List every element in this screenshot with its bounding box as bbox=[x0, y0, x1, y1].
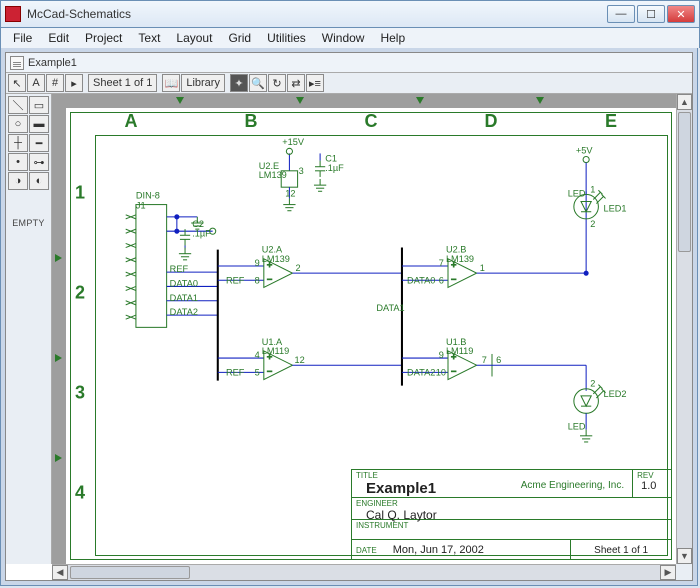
sheet-indicator[interactable]: Sheet 1 of 1 bbox=[88, 74, 157, 92]
menu-grid[interactable]: Grid bbox=[220, 29, 259, 47]
app-icon bbox=[5, 6, 21, 22]
tool-pointer-icon[interactable]: ↖ bbox=[8, 74, 26, 92]
client-area: Example1 ↖ A # ▸ Sheet 1 of 1 📖 Library … bbox=[0, 48, 698, 586]
schematic-canvas[interactable]: A B C D E 1 2 3 4 + bbox=[52, 94, 676, 564]
sheet-row-4: 4 bbox=[75, 483, 85, 504]
tb-rev-label: REV bbox=[637, 471, 667, 480]
sheet-row-3: 3 bbox=[75, 383, 85, 404]
tool-input-icon[interactable]: ◑ bbox=[8, 172, 28, 190]
maximize-button[interactable]: ☐ bbox=[637, 5, 665, 23]
menu-text[interactable]: Text bbox=[130, 29, 168, 47]
document-tabbar: Example1 bbox=[6, 53, 692, 73]
scroll-down-icon[interactable]: ▼ bbox=[677, 548, 692, 564]
document-tab[interactable]: Example1 bbox=[28, 57, 77, 69]
tool-bus-icon[interactable]: ━ bbox=[29, 134, 49, 152]
tool-rotate-icon[interactable]: ↻ bbox=[268, 74, 286, 92]
vertical-scrollbar[interactable]: ▲ ▼ bbox=[676, 94, 692, 564]
tb-rev: 1.0 bbox=[637, 480, 667, 492]
menu-layout[interactable]: Layout bbox=[168, 29, 220, 47]
menu-bar: File Edit Project Text Layout Grid Utili… bbox=[0, 28, 700, 48]
horizontal-scrollbar[interactable]: ◀ ▶ bbox=[52, 564, 676, 580]
tb-company: Acme Engineering, Inc. bbox=[511, 480, 628, 497]
sheet-col-e: E bbox=[605, 111, 617, 132]
tool-zoom-icon[interactable]: 🔍 bbox=[249, 74, 267, 92]
tool-nav-right-icon[interactable]: ▸ bbox=[65, 74, 83, 92]
title-block: TITLE Example1 Acme Engineering, Inc. RE… bbox=[351, 469, 671, 559]
scroll-left-icon[interactable]: ◀ bbox=[52, 565, 68, 580]
scroll-corner bbox=[676, 564, 692, 580]
document-icon bbox=[10, 56, 24, 70]
sheet-row-2: 2 bbox=[75, 283, 85, 304]
tool-more-icon[interactable]: ▸≡ bbox=[306, 74, 324, 92]
side-toolbar: ＼ ▭ ○ ▬ ┼ ━ • ⊶ ◑ ◐ EMPTY bbox=[6, 94, 52, 564]
hscroll-thumb[interactable] bbox=[70, 566, 190, 579]
menu-utilities[interactable]: Utilities bbox=[259, 29, 314, 47]
sheet-border: A B C D E 1 2 3 4 + bbox=[70, 112, 672, 560]
close-button[interactable]: ✕ bbox=[667, 5, 695, 23]
tool-text-icon[interactable]: A bbox=[27, 74, 45, 92]
tool-junction-icon[interactable]: • bbox=[8, 153, 28, 171]
window-title: McCad-Schematics bbox=[27, 7, 607, 21]
tool-output-icon[interactable]: ◐ bbox=[29, 172, 49, 190]
sheet-col-a: A bbox=[125, 111, 138, 132]
tool-flip-icon[interactable]: ⇄ bbox=[287, 74, 305, 92]
library-button[interactable]: Library bbox=[181, 74, 225, 92]
tool-grid-icon[interactable]: # bbox=[46, 74, 64, 92]
tb-engineer-label: ENGINEER bbox=[356, 499, 667, 508]
menu-help[interactable]: Help bbox=[372, 29, 413, 47]
menu-edit[interactable]: Edit bbox=[40, 29, 77, 47]
menu-window[interactable]: Window bbox=[314, 29, 373, 47]
tb-date-label: DATE bbox=[356, 546, 377, 555]
main-toolbar: ↖ A # ▸ Sheet 1 of 1 📖 Library ✦ 🔍 ↻ ⇄ ▸… bbox=[6, 73, 692, 94]
tool-net-icon[interactable]: ⊶ bbox=[29, 153, 49, 171]
scroll-up-icon[interactable]: ▲ bbox=[677, 94, 692, 110]
library-browser-icon[interactable]: 📖 bbox=[162, 74, 180, 92]
menu-project[interactable]: Project bbox=[77, 29, 130, 47]
tb-title: Example1 bbox=[356, 480, 436, 497]
tool-line-icon[interactable]: ＼ bbox=[8, 96, 28, 114]
tb-instrument-label: INSTRUMENT bbox=[356, 521, 667, 530]
scroll-right-icon[interactable]: ▶ bbox=[660, 565, 676, 580]
vscroll-thumb[interactable] bbox=[678, 112, 691, 252]
tb-sheet: Sheet 1 of 1 bbox=[594, 545, 648, 556]
tool-rect-icon[interactable]: ▭ bbox=[29, 96, 49, 114]
sheet-col-c: C bbox=[365, 111, 378, 132]
ruler-vertical bbox=[52, 108, 66, 564]
sidepanel-label: EMPTY bbox=[8, 218, 49, 228]
tool-circle-icon[interactable]: ○ bbox=[8, 115, 28, 133]
tool-fillrect-icon[interactable]: ▬ bbox=[29, 115, 49, 133]
sheet-col-b: B bbox=[245, 111, 258, 132]
minimize-button[interactable]: — bbox=[607, 5, 635, 23]
tool-wire-icon[interactable]: ┼ bbox=[8, 134, 28, 152]
ruler-horizontal bbox=[52, 94, 676, 108]
tool-navigate-icon[interactable]: ✦ bbox=[230, 74, 248, 92]
window-titlebar: McCad-Schematics — ☐ ✕ bbox=[0, 0, 700, 28]
menu-file[interactable]: File bbox=[5, 29, 40, 47]
tb-title-label: TITLE bbox=[356, 471, 628, 480]
tb-date: Mon, Jun 17, 2002 bbox=[383, 544, 484, 556]
sheet-col-d: D bbox=[485, 111, 498, 132]
sheet-row-1: 1 bbox=[75, 183, 85, 204]
